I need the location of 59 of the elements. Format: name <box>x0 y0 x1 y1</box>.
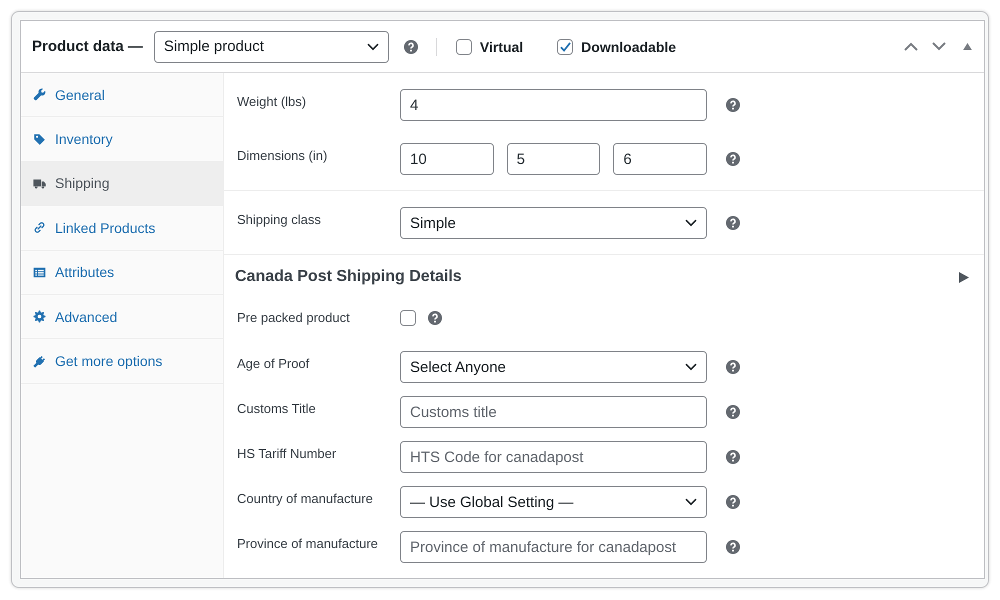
field-label: Shipping class <box>237 211 322 229</box>
field-label: Country of manufacture <box>237 490 374 508</box>
help-icon[interactable] <box>726 152 740 166</box>
caret-down-icon <box>685 219 697 227</box>
list-icon <box>33 266 46 279</box>
sidebar-tab[interactable]: Get more options <box>21 339 223 384</box>
caret-down-icon <box>366 42 379 50</box>
help-icon[interactable] <box>726 495 740 509</box>
triangle-up-icon[interactable] <box>963 43 972 50</box>
field-label: Age of Proof <box>237 355 310 373</box>
text-input[interactable]: Province of manufacture for canadapost <box>400 531 707 563</box>
sidebar-tab[interactable]: General <box>21 73 223 118</box>
help-icon[interactable] <box>404 40 418 54</box>
caret-down-icon <box>685 363 697 371</box>
sidebar-tab[interactable]: Linked Products <box>21 206 223 251</box>
checkbox-label: Virtual <box>480 38 524 54</box>
select-field[interactable]: Select Anyone <box>400 351 707 383</box>
help-icon[interactable] <box>726 216 740 230</box>
select-field[interactable]: — Use Global Setting — <box>400 486 707 518</box>
sidebar-tab[interactable]: Advanced <box>21 294 223 340</box>
sidebar-tab[interactable]: Attributes <box>21 250 223 295</box>
field-label: Province of manufacture <box>237 535 379 553</box>
help-icon[interactable] <box>726 98 740 112</box>
truck-icon <box>33 176 46 190</box>
caret-down-icon <box>685 498 697 506</box>
chevron-up-icon[interactable] <box>904 42 918 51</box>
help-icon[interactable] <box>428 311 442 325</box>
help-icon[interactable] <box>726 450 740 464</box>
field-label: Customs Title <box>237 400 317 418</box>
text-input[interactable]: 5 <box>506 143 600 175</box>
text-input[interactable]: 6 <box>613 143 708 175</box>
field-label: HS Tariff Number <box>237 445 338 463</box>
help-icon[interactable] <box>726 540 740 554</box>
panel-title: Product data — <box>32 38 143 55</box>
field-label: Weight (lbs) <box>237 93 308 111</box>
checkbox[interactable] <box>456 38 472 54</box>
product-type-select[interactable]: Simple product <box>154 30 389 62</box>
wrench-icon <box>33 88 46 102</box>
select-field[interactable]: Simple <box>400 207 707 239</box>
text-input[interactable]: HTS Code for canadapost <box>400 441 707 473</box>
checkbox[interactable] <box>400 310 416 326</box>
help-icon[interactable] <box>726 405 740 419</box>
checkbox-label: Downloadable <box>581 38 676 54</box>
gear-icon <box>33 310 46 324</box>
checkbox[interactable] <box>557 38 574 54</box>
field-label: Dimensions (in) <box>237 147 328 165</box>
section-heading: Canada Post Shipping Details <box>235 267 462 287</box>
triangle-right-icon[interactable] <box>959 272 969 282</box>
tag-icon <box>33 132 46 146</box>
text-input[interactable]: Customs title <box>400 396 707 428</box>
chevron-down-icon[interactable] <box>932 42 946 51</box>
link-icon <box>33 221 46 234</box>
text-input[interactable]: 4 <box>400 89 707 121</box>
help-icon[interactable] <box>726 360 740 374</box>
sidebar-tab[interactable]: Shipping <box>21 162 223 206</box>
field-label: Pre packed product <box>237 309 351 327</box>
plug-icon <box>33 354 46 368</box>
checkmark-icon <box>560 42 571 52</box>
text-input[interactable]: 10 <box>400 143 494 175</box>
